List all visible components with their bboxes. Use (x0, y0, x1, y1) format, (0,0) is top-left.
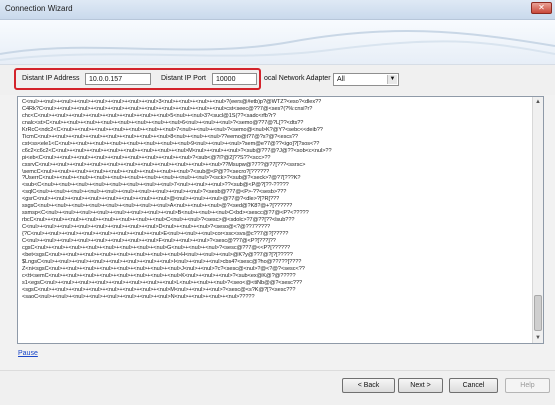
log-line: cgsC<nul>+<nul>+<nul>+<nul>+<nul>+<nul>+… (22, 245, 291, 252)
ip-port-input[interactable]: 10000 (212, 73, 257, 85)
ip-address-label: Distant IP Address (22, 75, 80, 82)
log-line: ?UserrC<nul>+<nul>+<nul>+<nul>+<nul>+<nu… (22, 175, 301, 182)
log-output[interactable]: C<nul>+<nul>+<nul>+<nul>+<nul>+<nul>+<nu… (17, 96, 544, 344)
log-line: <sqlC<nul>+<nul>+<nul>+<nul>+<nul>+<nul>… (22, 189, 287, 196)
log-line: ssgsC<nul>+<nul>+<nul>+<nul>+<nul>+<nul>… (22, 203, 293, 210)
ip-address-input[interactable]: 10.0.0.157 (85, 73, 151, 85)
log-line: <bet<sgsC<nul>+<nul>+<nul>+<nul>+<nul>+<… (22, 251, 293, 258)
log-line: cst<ss<ele1<C<nul>+<nul>+<nul>+<nul>+<nu… (22, 140, 320, 147)
log-line: chc<C<nul>+<nul>+<nul>+<nul>+<nul>+<nul>… (22, 112, 276, 119)
log-line: TicmC<nul>+<nul>+<nul>+<nul>+<nul>+<nul>… (22, 133, 298, 140)
log-line: C<nul>+<nul>+<nul>+<nul>+<nul>+<nul>+<nu… (22, 99, 322, 105)
network-adapter-select[interactable]: All ▼ (333, 73, 399, 86)
log-lines: C<nul>+<nul>+<nul>+<nul>+<nul>+<nul>+<nu… (22, 99, 526, 301)
log-line: $LngsC<nul>+<nul>+<nul>+<nul>+<nul>+<nul… (22, 258, 302, 265)
log-line: c<tt<semC<nul>+<nul>+<nul>+<nul>+<nul>+<… (22, 272, 296, 279)
log-line: s1<egsC<nul>+<nul>+<nul>+<nul>+<nul>+<nu… (22, 279, 303, 286)
log-line: <gsrC<nul>+<nul>+<nul>+<nul>+<nul>+<nul>… (22, 196, 280, 203)
scroll-down-icon[interactable]: ▼ (533, 333, 543, 343)
cancel-button[interactable]: Cancel (449, 378, 498, 393)
scroll-thumb[interactable] (534, 295, 542, 331)
next-button[interactable]: Next > (398, 378, 443, 393)
wizard-banner (0, 20, 555, 65)
log-scrollbar[interactable]: ▲ ▼ (532, 97, 543, 343)
network-adapter-label: ocal Network Adapter (264, 75, 331, 82)
log-line: C<nul>+<nul>+<nul>+<nul>+<nul>+<nul>+<nu… (22, 238, 276, 245)
log-line: KrRcC<ndc2<C<nul>+<nul>+<nul>+<nul>+<nul… (22, 126, 323, 133)
log-line: pi<eb<C<nul>+<nul>+<nul>+<nul>+<nul>+<nu… (22, 154, 271, 161)
log-line: <saoC<nul>+<nul>+<nul>+<nul>+<nul>+<nul>… (22, 293, 255, 300)
log-line: <sgsC<nul>+<nul>+<nul>+<nul>+<nul>+<nul>… (22, 286, 296, 293)
log-line: cssrvC<nul>+<nul>+<nul>+<nul>+<nul>+<nul… (22, 161, 306, 168)
window-title: Connection Wizard (5, 4, 73, 13)
title-bar: Connection Wizard ✕ (0, 0, 555, 20)
log-line: cnalc<st>C<nul>+<nul>+<nul>+<nul>+<nul>+… (22, 119, 304, 126)
log-line: \semcC<nul>+<nul>+<nul>+<nul>+<nul>+<nul… (22, 168, 270, 175)
scroll-up-icon[interactable]: ▲ (533, 97, 543, 107)
log-line: C4Rk?C<nul>+<nul>+<nul>+<nul>+<nul>+<nul… (22, 105, 313, 112)
pause-link[interactable]: Pause (18, 350, 38, 357)
connection-wizard-window: Connection Wizard ✕ Distant IP Address 1… (0, 0, 555, 405)
chevron-down-icon[interactable]: ▼ (387, 75, 397, 84)
log-line: C<nul>+<nul>+<nul>+<nul>+<nul>+<nul>+<nu… (22, 224, 271, 231)
network-adapter-value: All (337, 76, 345, 83)
help-button[interactable]: Help (505, 378, 550, 393)
back-button[interactable]: < Back (342, 378, 395, 393)
banner-wave-decoration (0, 29, 555, 61)
log-line: Z<ni<sgsC<nul>+<nul>+<nul>+<nul>+<nul>+<… (22, 265, 305, 272)
log-line: c6c2<c6c2<C<nul>+<nul>+<nul>+<nul>+<nul>… (22, 147, 332, 154)
log-line: {?C<nul>+<nul>+<nul>+<nul>+<nul>+<nul>+<… (22, 231, 289, 238)
close-icon[interactable]: ✕ (531, 2, 552, 14)
ip-port-label: Distant IP Port (161, 75, 207, 82)
log-line: ssmsp<C<nul>+<nul>+<nul>+<nul>+<nul>+<nu… (22, 210, 309, 217)
log-line: <sub<C<nul>+<nul>+<nul>+<nul>+<nul>+<nul… (22, 182, 289, 189)
log-line: rbcC<nul>+<nul>+<nul>+<nul>+<nul>+<nul>+… (22, 217, 295, 224)
